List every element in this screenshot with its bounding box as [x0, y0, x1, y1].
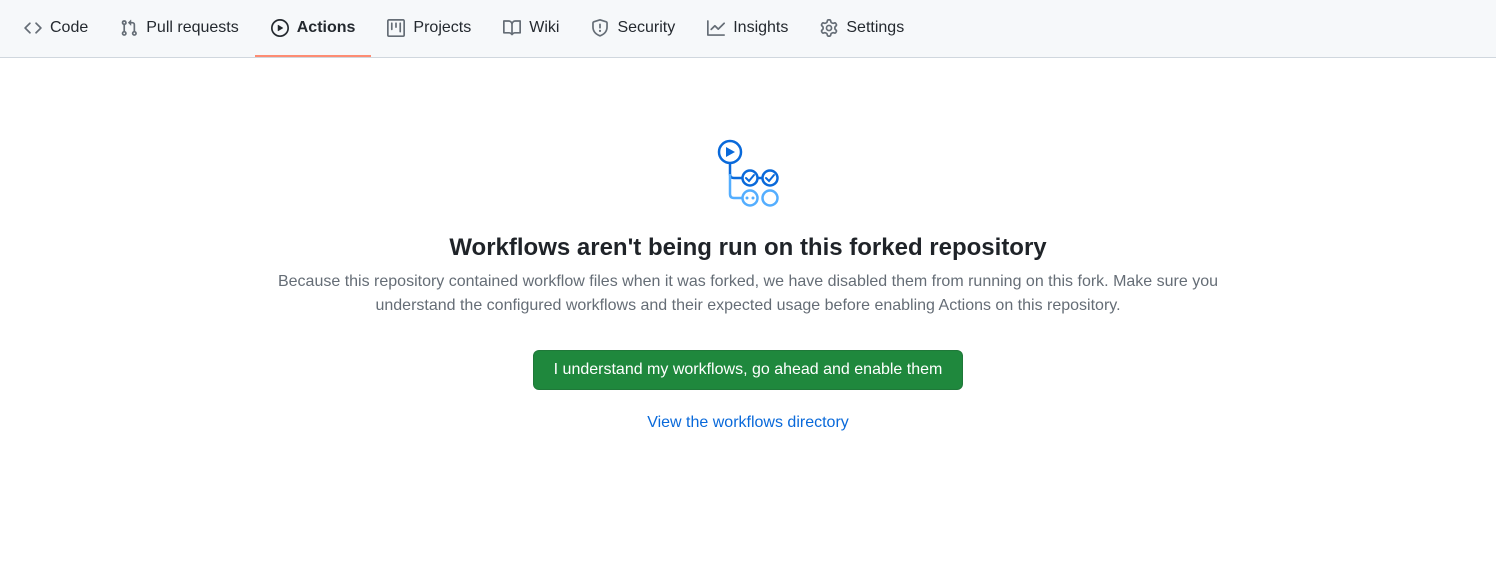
blankslate-heading: Workflows aren't being run on this forke…	[188, 234, 1308, 262]
tab-code[interactable]: Code	[8, 0, 104, 57]
tab-label: Projects	[413, 19, 471, 37]
tab-actions[interactable]: Actions	[255, 0, 372, 57]
tab-label: Settings	[846, 19, 904, 37]
tab-security[interactable]: Security	[575, 0, 691, 57]
shield-icon	[591, 19, 609, 37]
tab-label: Actions	[297, 19, 356, 37]
tab-insights[interactable]: Insights	[691, 0, 804, 57]
tab-projects[interactable]: Projects	[371, 0, 487, 57]
repo-tab-nav: Code Pull requests Actions Projects Wiki…	[0, 0, 1496, 58]
actions-blankslate: Workflows aren't being run on this forke…	[148, 58, 1348, 472]
tab-label: Insights	[733, 19, 788, 37]
tab-pull-requests[interactable]: Pull requests	[104, 0, 255, 57]
tab-label: Wiki	[529, 19, 559, 37]
git-pull-request-icon	[120, 19, 138, 37]
gear-icon	[820, 19, 838, 37]
project-icon	[387, 19, 405, 37]
view-workflows-link[interactable]: View the workflows directory	[188, 414, 1308, 432]
tab-label: Security	[617, 19, 675, 37]
enable-workflows-button[interactable]: I understand my workflows, go ahead and …	[533, 350, 964, 390]
tab-wiki[interactable]: Wiki	[487, 0, 575, 57]
tab-label: Code	[50, 19, 88, 37]
code-icon	[24, 19, 42, 37]
graph-icon	[707, 19, 725, 37]
play-circle-icon	[271, 19, 289, 37]
book-icon	[503, 19, 521, 37]
tab-settings[interactable]: Settings	[804, 0, 920, 57]
tab-label: Pull requests	[146, 19, 239, 37]
blankslate-description: Because this repository contained workfl…	[248, 270, 1248, 318]
workflow-illustration-icon	[188, 138, 1308, 210]
